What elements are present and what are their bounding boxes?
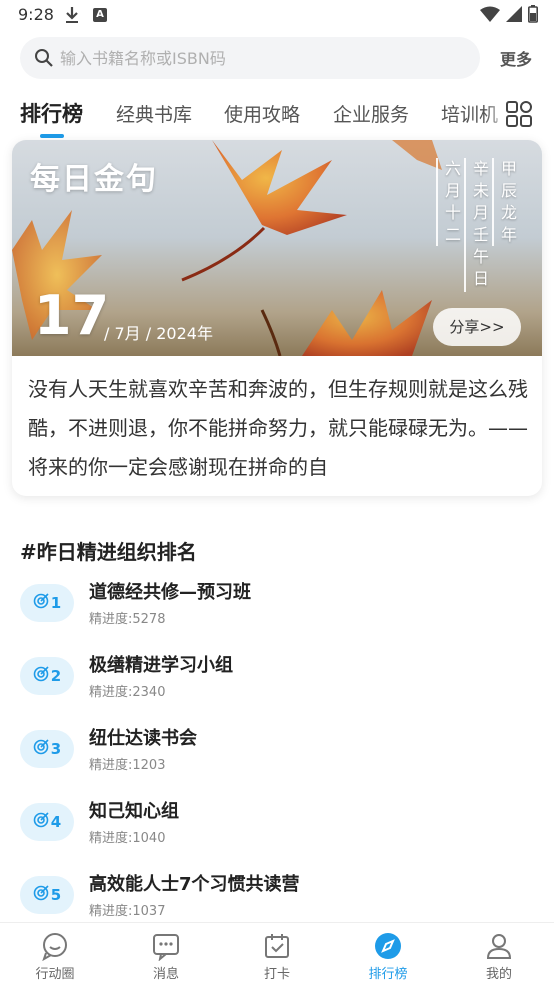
group-score: 精进度:1040 (89, 831, 166, 846)
nav-ranking[interactable]: 排行榜 (333, 923, 443, 984)
more-button[interactable]: 更多 (500, 46, 532, 70)
group-name: 高效能人士7个习惯共读营 (89, 874, 300, 895)
ranking-item[interactable]: 5 高效能人士7个习惯共读营 精进度:1037 (20, 868, 540, 924)
group-name: 道德经共修—预习班 (89, 582, 251, 603)
daily-quote-banner: 每日金句 六月十二 辛未月壬午日 甲辰龙年 17 / 7月 / 2024年 分享… (12, 140, 542, 356)
nav-checkin[interactable]: 打卡 (222, 923, 332, 984)
group-name: 极缮精进学习小组 (89, 655, 233, 676)
group-score: 精进度:5278 (89, 612, 166, 627)
lunar-date-col-3: 六月十二 (444, 159, 461, 244)
search-input[interactable] (60, 37, 460, 79)
lunar-divider (436, 158, 438, 246)
rank-badge: 4 (20, 803, 74, 841)
tab-enterprise-service[interactable]: 企业服务 (333, 100, 409, 127)
ranking-item[interactable]: 4 知己知心组 精进度:1040 (20, 795, 540, 851)
bottom-navigation: 行动圈 消息 打卡 排行榜 我的 (0, 922, 554, 984)
group-score: 精进度:2340 (89, 685, 166, 700)
target-icon (33, 666, 49, 686)
search-icon (34, 48, 54, 72)
status-right-icons (480, 5, 538, 27)
rank-number: 5 (50, 886, 62, 904)
rank-number: 1 (50, 594, 62, 612)
nav-label: 打卡 (263, 967, 290, 982)
wifi-icon (480, 6, 500, 26)
ranking-item[interactable]: 3 纽仕达读书会 精进度:1203 (20, 722, 540, 778)
group-score: 精进度:1203 (89, 758, 166, 773)
download-icon (64, 6, 80, 28)
nav-profile[interactable]: 我的 (444, 923, 554, 984)
user-icon (484, 931, 514, 961)
daily-quote-text: 没有人天生就喜欢辛苦和奔波的，但生存规则就是这么残酷，不进则退，你不能拼命努力，… (28, 377, 528, 479)
lunar-divider (464, 158, 466, 292)
rank-badge: 1 (20, 584, 74, 622)
nav-messages[interactable]: 消息 (111, 923, 221, 984)
rank-badge: 3 (20, 730, 74, 768)
target-icon (33, 739, 49, 759)
rank-number: 2 (50, 667, 62, 685)
lunar-date-col-1: 甲辰龙年 (500, 159, 517, 244)
a-notification-icon: A (93, 8, 107, 22)
grid-menu-icon[interactable] (505, 100, 533, 132)
ranking-title: #昨日精进组织排名 (20, 540, 197, 564)
chat-bubble-icon (40, 931, 70, 962)
nav-action-circle[interactable]: 行动圈 (0, 923, 110, 984)
lunar-divider (492, 158, 494, 246)
category-tabs: 排行榜 经典书库 使用攻略 企业服务 培训机 (0, 90, 554, 138)
battery-icon (528, 5, 538, 27)
ranking-item[interactable]: 2 极缮精进学习小组 精进度:2340 (20, 649, 540, 705)
group-name: 纽仕达读书会 (89, 728, 197, 749)
ranking-item[interactable]: 1 道德经共修—预习班 精进度:5278 (20, 576, 540, 632)
tab-user-guide[interactable]: 使用攻略 (224, 100, 300, 127)
status-time: 9:28 (18, 5, 54, 24)
group-name: 知己知心组 (89, 801, 179, 822)
rank-number: 4 (50, 813, 62, 831)
status-bar: 9:28 A (0, 0, 554, 30)
tab-classic-library[interactable]: 经典书库 (116, 100, 192, 127)
tab-ranking[interactable]: 排行榜 (20, 98, 83, 128)
nav-label: 我的 (485, 967, 512, 982)
search-bar[interactable] (20, 37, 480, 79)
nav-label: 行动圈 (35, 967, 75, 982)
nav-label: 排行榜 (368, 967, 408, 982)
daily-quote-title: 每日金句 (30, 162, 158, 197)
daily-quote-card[interactable]: 每日金句 六月十二 辛未月壬午日 甲辰龙年 17 / 7月 / 2024年 分享… (12, 140, 542, 496)
group-score: 精进度:1037 (89, 904, 166, 919)
rank-badge: 2 (20, 657, 74, 695)
rank-number: 3 (50, 740, 62, 758)
target-icon (33, 593, 49, 613)
app-screen: 9:28 A 更多 排行榜 经典书库 使用攻略 企业服务 培训机 (0, 0, 554, 984)
signal-icon (506, 6, 522, 26)
rank-badge: 5 (20, 876, 74, 914)
compass-icon (373, 931, 403, 961)
active-tab-indicator (40, 134, 64, 138)
target-icon (33, 812, 49, 832)
share-button[interactable]: 分享>> (433, 308, 521, 346)
message-icon (151, 931, 181, 962)
nav-label: 消息 (152, 967, 179, 982)
lunar-date-col-2: 辛未月壬午日 (472, 159, 489, 288)
date-month-year: / 7月 / 2024年 (104, 324, 213, 343)
date-day: 17 (34, 284, 110, 347)
target-icon (33, 885, 49, 905)
calendar-check-icon (262, 931, 292, 961)
